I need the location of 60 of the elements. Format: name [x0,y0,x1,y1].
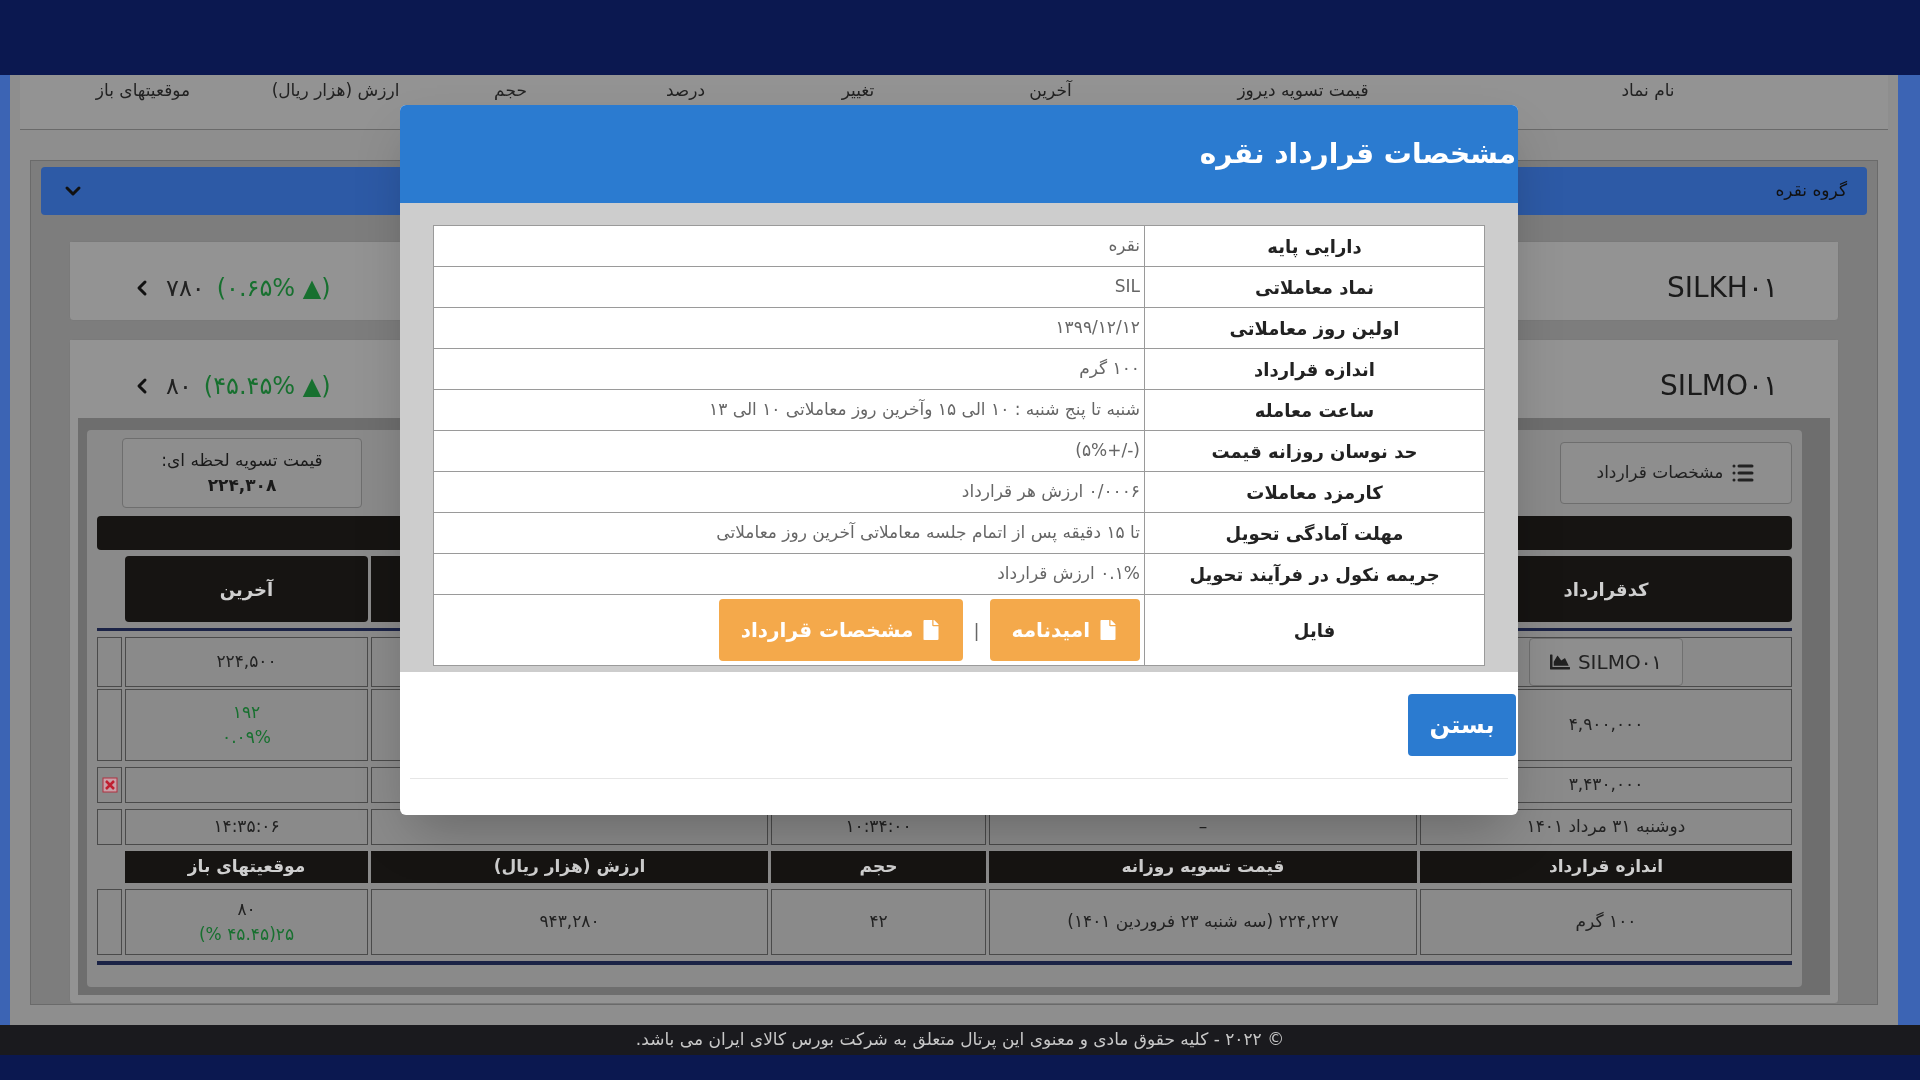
spec-value: ۰/۰۰۰۶ ارزش هر قرارداد [960,480,1141,504]
settlement-value: ۲۲۴,۳۰۸ [207,474,277,497]
header-cell: اندازه قرارداد [1420,851,1792,883]
column-header: موقعیتهای باز [95,79,191,101]
spec-label: فایل [1144,595,1484,665]
cell-text: ۴۲ [869,910,888,934]
spec-label: اندازه قرارداد [1144,349,1484,389]
header-cell: حجم [771,851,986,883]
cell-text: – [1198,815,1208,839]
spec-value: ۱۰۰ گرم [1078,357,1141,381]
column-header: حجم [494,79,527,101]
column-header: نام نماد [1621,79,1675,101]
spec-label: حد نوسان روزانه قیمت [1144,431,1484,471]
spec-label: دارایی پایه [1144,226,1484,266]
header-cell: ارزش (هزار ریال) [371,851,768,883]
spec-value: (-/+۵%) [1074,439,1141,463]
cell-text: ۴,۹۰۰,۰۰۰ [1568,713,1644,737]
cell-text: ۸۰ [237,897,256,921]
copyright-text: © ۲۰۲۲ - کلیه حقوق مادی و معنوی این پرتال متعلق به شرکت بورس کالای ایران می باشد. [635,1028,1285,1052]
spec-label: ساعت معامله [1144,390,1484,430]
column-header: تغییر [841,79,875,101]
modal-title: مشخصات قرارداد نقره [1199,136,1516,172]
cell-text: ۰.۰۹% [222,726,271,749]
column-header: قیمت تسویه دیروز [1237,79,1369,101]
spec-value: نقره [1107,234,1141,258]
header-cell: قیمت تسویه روزانه [989,851,1417,883]
cell-text: ۹۴۳,۲۸۰ [539,910,600,934]
spec-value: SIL [1113,275,1141,299]
column-header: ارزش (هزار ریال) [271,79,400,101]
cell-text: ۲۲۴,۵۰۰ [216,650,277,674]
spec-label: نماد معاملاتی [1144,267,1484,307]
header-cell: موقعیتهای باز [125,851,368,883]
cell-text: دوشنبه ۳۱ مرداد ۱۴۰۱ [1526,815,1686,839]
spec-label: کارمزد معاملات [1144,472,1484,512]
contract-symbol: SILMO۰۱ [1660,368,1778,404]
spec-value: شنبه تا پنج شنبه : ۱۰ الی ۱۵ وآخرین روز معاملاتی ۱۰ الی ۱۳ [708,398,1141,422]
group-title: گروه نقره [1775,179,1847,203]
separator-text: | [973,618,980,643]
column-header: درصد [665,79,706,101]
spec-value: ۰.۱% ارزش قرارداد [996,562,1141,586]
cell-text: ۱۹۲ [232,700,261,724]
column-header: آخرین [1029,79,1072,101]
spec-value: ۱۳۹۹/۱۲/۱۲ [1054,316,1141,340]
last-price: ۸۰ [166,371,192,402]
spec-label: جریمه نکول در فرآیند تحویل [1144,554,1484,594]
spec-value: تا ۱۵ دقیقه پس از اتمام جلسه معاملاتی آخرین روز معاملاتی [715,521,1141,545]
cell-text: ۱۰۰ گرم [1575,910,1637,934]
last-price: ۷۸۰ [166,273,205,304]
price-change: (۰.۶۵% ▲) [216,273,331,304]
spec-label: اولین روز معاملاتی [1144,308,1484,348]
cell-text: ۳,۴۳۰,۰۰۰ [1568,773,1644,797]
contract-symbol: SILKH۰۱ [1666,270,1778,306]
spec-label: مهلت آمادگی تحویل [1144,513,1484,553]
header-cell: آخرین [125,556,368,622]
settlement-label: قیمت تسویه لحظه ای: [161,448,323,472]
cell-text: ۲۵(۴۵.۴۵ %) [199,923,295,946]
cell-text: ۱۰:۳۴:۰۰ [845,815,912,839]
price-change: (۴۵.۴۵% ▲) [203,371,331,402]
cell-text: ۱۴:۳۵:۰۶ [213,815,280,839]
cell-text: ۲۲۴,۲۲۷ (سه شنبه ۲۳ فروردین ۱۴۰۱) [1067,910,1339,934]
